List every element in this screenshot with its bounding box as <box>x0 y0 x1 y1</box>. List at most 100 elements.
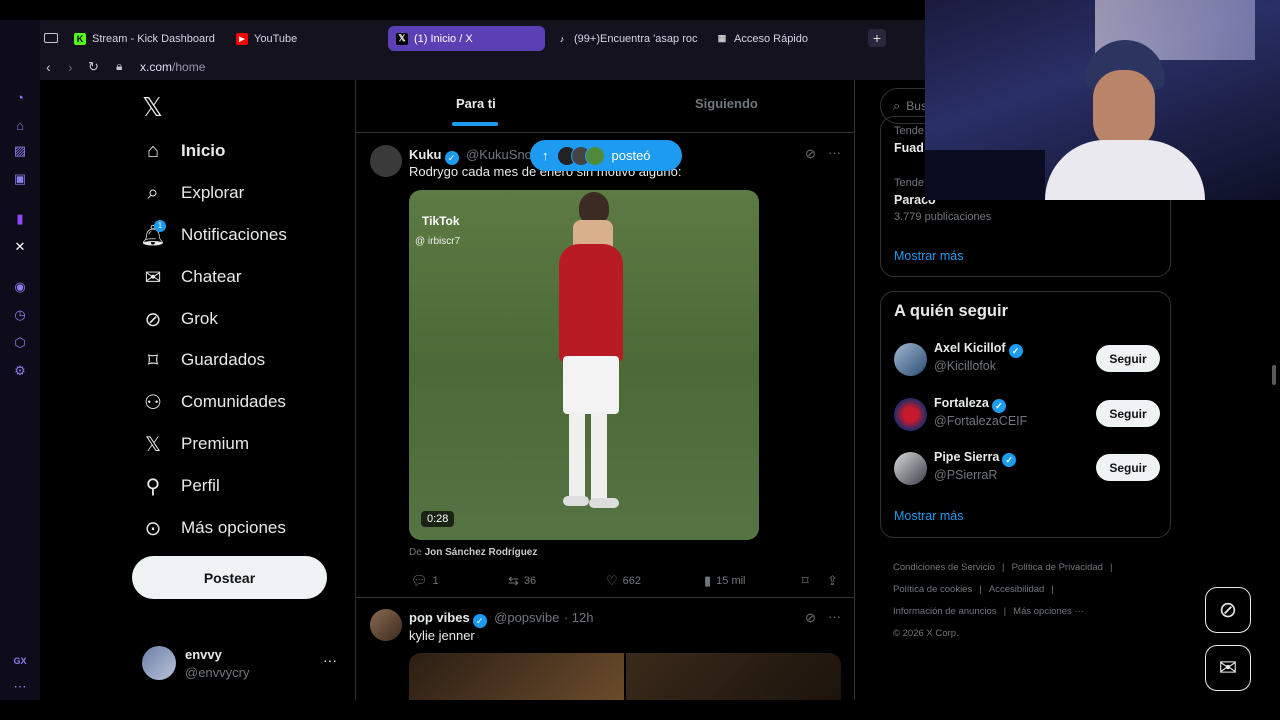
new-tab-button[interactable]: + <box>868 29 886 47</box>
share-icon: ⇪ <box>827 573 838 588</box>
page-scrollbar[interactable] <box>1272 365 1276 385</box>
repost-button[interactable]: ⇆ 36 <box>508 573 536 589</box>
views-button[interactable]: ▮ 15 mil <box>704 573 746 589</box>
more-rail-icon[interactable]: ⋯ <box>11 678 29 696</box>
nav-notifications[interactable]: 🔔︎ 1 Notificaciones <box>140 217 287 253</box>
who-to-follow-title: A quién seguir <box>894 302 1008 320</box>
tab-youtube[interactable]: ▶ YouTube <box>228 26 378 51</box>
communities-icon: ⚇ <box>144 391 162 414</box>
repost-icon: ⇆ <box>508 573 519 588</box>
forward-icon[interactable]: › <box>68 59 73 75</box>
who-to-follow-card: A quién seguir Axel Kicillof ✓ @Kicillofo… <box>880 291 1171 538</box>
grok-fab-icon[interactable]: ⊘ <box>1205 587 1251 633</box>
account-menu-icon[interactable]: ··· <box>323 652 337 668</box>
person-icon: ⚲ <box>145 475 161 498</box>
nav-communities[interactable]: ⚇ Comunidades <box>140 384 286 420</box>
heart-icon: ♡ <box>606 573 618 588</box>
tweet-more-icon[interactable]: ··· <box>828 609 841 624</box>
post-button[interactable]: Postear <box>132 556 327 599</box>
tweet-video[interactable]: TikTok @ irbiscr7 0:28 <box>409 190 759 540</box>
account-avatar[interactable] <box>142 646 176 680</box>
tab-overview-icon[interactable] <box>44 33 58 43</box>
tiktok-icon: ♪ <box>559 33 565 44</box>
account-handle[interactable]: @envvycry <box>185 665 250 680</box>
follow-suggestion[interactable]: Fortaleza ✓ @FortalezaCEIF Seguir <box>894 394 1160 434</box>
grok-explain-icon[interactable]: ⊘ <box>805 146 816 162</box>
account-name[interactable]: envvy <box>185 647 222 662</box>
shopping-icon[interactable]: ⌂ <box>11 116 29 134</box>
verified-badge-icon: ✓ <box>991 399 1006 413</box>
tab-tiktok[interactable]: ♪ (99+)Encuentra 'asap roc <box>548 26 700 51</box>
show-more-follows[interactable]: Mostrar más <box>894 509 963 523</box>
messenger-icon[interactable]: ▣ <box>11 170 29 188</box>
messages-fab-icon[interactable]: ✉ <box>1205 645 1251 691</box>
tab-x[interactable]: 𝕏 (1) Inicio / X <box>388 26 545 51</box>
nav-explore[interactable]: ⌕ Explorar <box>140 175 244 211</box>
back-icon[interactable]: ‹ <box>46 59 51 75</box>
bookmark-icon: ⌑ <box>147 349 159 372</box>
tweet-image-2[interactable] <box>626 653 841 700</box>
history-icon[interactable]: ◷ <box>11 306 29 324</box>
follow-button[interactable]: Seguir <box>1096 345 1160 372</box>
notification-badge: 1 <box>154 220 166 232</box>
search-icon: ⌕ <box>147 181 159 204</box>
views-icon: ▮ <box>704 573 712 588</box>
tweet-handle[interactable]: @KukuSnoo <box>466 147 539 162</box>
share-button[interactable]: ⇪ <box>827 573 843 589</box>
browser-sidebar: ◔ ⌂ ▨ ▣ ▮ ✕ ◉ ◷ ⬡ ⚙ GX ⋯ <box>0 20 40 700</box>
tweet-image-1[interactable] <box>409 653 624 700</box>
settings-icon[interactable]: ⚙ <box>11 362 29 380</box>
video-source-name[interactable]: Jon Sánchez Rodríguez <box>425 547 538 558</box>
reload-icon[interactable]: ↻ <box>88 59 99 75</box>
tab-for-you[interactable]: Para ti <box>456 96 496 111</box>
notes-icon[interactable]: ▨ <box>11 142 29 160</box>
follow-button[interactable]: Seguir <box>1096 400 1160 427</box>
follow-suggestion[interactable]: Axel Kicillof ✓ @Kicillofok Seguir <box>894 339 1160 379</box>
tweet-time[interactable]: · 12h <box>564 610 594 625</box>
avatar <box>894 343 927 376</box>
x-rail-icon[interactable]: ✕ <box>11 238 29 256</box>
trend-name[interactable]: Fuad <box>894 141 924 155</box>
tab-following[interactable]: Siguiendo <box>695 96 758 111</box>
tweet-more-icon[interactable]: ··· <box>828 145 841 160</box>
speed-icon[interactable]: ◔ <box>11 88 29 106</box>
reply-button[interactable]: 💬︎ 1 <box>411 573 439 589</box>
tweet-handle[interactable]: @popsvibe <box>494 610 559 625</box>
nav-bookmarks[interactable]: ⌑ Guardados <box>140 342 265 378</box>
like-button[interactable]: ♡ 662 <box>606 573 641 589</box>
tweet-author-name[interactable]: pop vibes <box>409 610 470 625</box>
nav-profile[interactable]: ⚲ Perfil <box>140 468 220 504</box>
nav-chat[interactable]: ✉ Chatear <box>140 259 242 295</box>
nav-premium[interactable]: 𝕏 Premium <box>140 426 249 462</box>
posted-label: posteó <box>611 148 651 163</box>
nav-home[interactable]: ⌂ Inicio <box>140 133 225 169</box>
footer-links: Condiciones de Servicio | Política de Pr… <box>893 562 1113 639</box>
player-leg-right <box>591 412 607 502</box>
tweet-author-name[interactable]: Kuku <box>409 147 442 162</box>
twitch-icon[interactable]: ▮ <box>11 210 29 228</box>
bookmark-button[interactable]: ⌑ <box>802 573 814 589</box>
nav-more[interactable]: ⊙ Más opciones <box>140 510 286 546</box>
gx-label[interactable]: GX <box>11 652 29 670</box>
active-tab-indicator <box>452 122 498 126</box>
new-posts-pill[interactable]: ↑ posteó <box>530 140 682 171</box>
player-leg-left <box>569 412 585 502</box>
show-more-trends[interactable]: Mostrar más <box>894 249 963 263</box>
x-logo-icon[interactable]: 𝕏 <box>142 92 163 123</box>
follow-suggestion[interactable]: Pipe Sierra ✓ @PSierraR Seguir <box>894 448 1160 488</box>
nav-grok[interactable]: ⊘ Grok <box>140 301 218 337</box>
tab-speed-dial[interactable]: ▦ Acceso Rápido <box>708 26 858 51</box>
address-bar: ‹ › ↻ 🔒︎ x.com/home <box>40 56 925 80</box>
extensions-icon[interactable]: ⬡ <box>11 334 29 352</box>
url-field[interactable]: x.com/home <box>140 60 205 74</box>
verified-badge-icon: ✓ <box>472 614 487 628</box>
grok-explain-icon[interactable]: ⊘ <box>805 610 816 626</box>
tweet-avatar[interactable] <box>370 609 402 641</box>
tab-kick[interactable]: K Stream - Kick Dashboard <box>66 26 226 51</box>
player-icon[interactable]: ◉ <box>11 278 29 296</box>
youtube-icon: ▶ <box>236 32 248 45</box>
premium-x-icon: 𝕏 <box>144 433 162 456</box>
follow-button[interactable]: Seguir <box>1096 454 1160 481</box>
tweet-avatar[interactable] <box>370 145 402 177</box>
x-icon: 𝕏 <box>396 32 408 45</box>
